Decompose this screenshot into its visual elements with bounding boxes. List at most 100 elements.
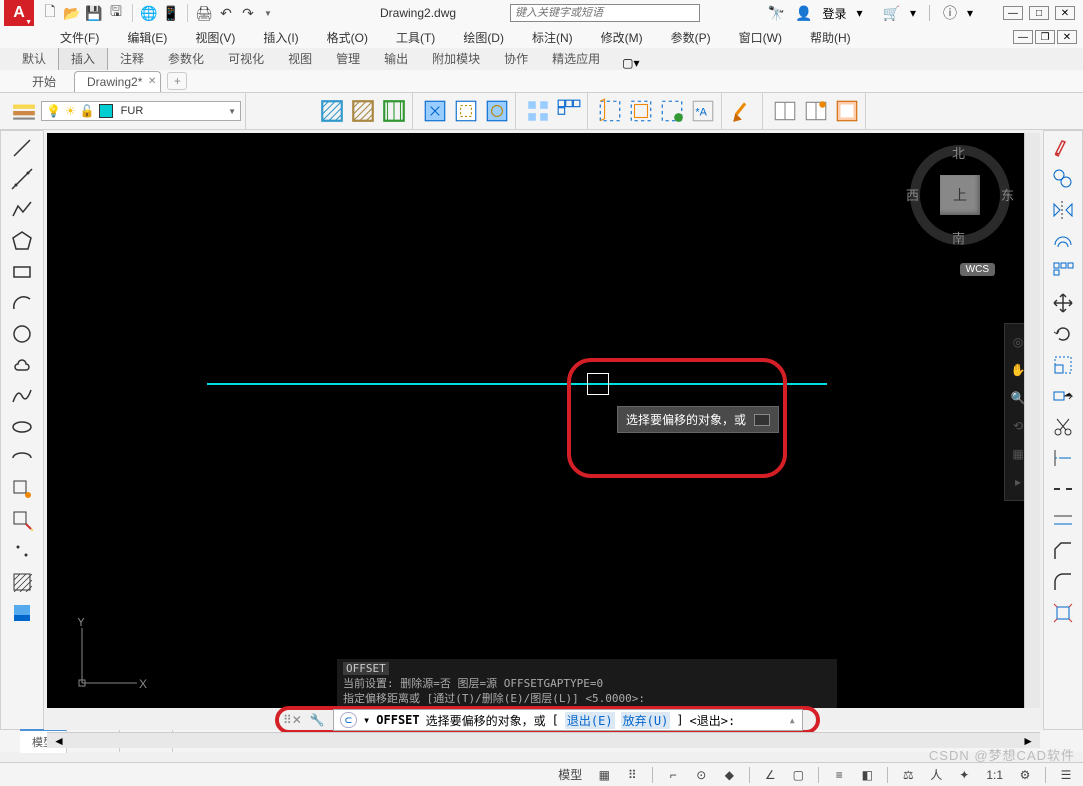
cmd-close-icon[interactable]: ⠿✕: [283, 713, 302, 727]
sb-annoauto-icon[interactable]: ✦: [953, 765, 975, 785]
construction-line-tool[interactable]: [6, 164, 38, 194]
qat-save-icon[interactable]: 💾: [86, 5, 102, 21]
viewcube-west[interactable]: 西: [906, 185, 919, 204]
circle-tool[interactable]: [6, 319, 38, 349]
polyline-tool[interactable]: [6, 195, 38, 225]
polygon-tool[interactable]: [6, 226, 38, 256]
qat-print-icon[interactable]: 🖨: [196, 5, 212, 21]
gradient-tool[interactable]: [6, 598, 38, 628]
tab-parametric[interactable]: 参数化: [156, 47, 216, 70]
book1-button[interactable]: [771, 97, 799, 125]
file-tab-start[interactable]: 开始: [20, 70, 74, 93]
sb-customize-icon[interactable]: ☰: [1055, 765, 1077, 785]
broom-button[interactable]: [730, 97, 758, 125]
file-tab-drawing2[interactable]: Drawing2*✕: [74, 71, 161, 92]
tab-annotate[interactable]: 注释: [108, 47, 156, 70]
menu-tools[interactable]: 工具(T): [382, 26, 449, 49]
ellipse-tool[interactable]: [6, 412, 38, 442]
stretch-tool[interactable]: [1047, 381, 1079, 411]
clip1-button[interactable]: [421, 97, 449, 125]
tab-visualize[interactable]: 可视化: [216, 47, 276, 70]
sb-isodraft-icon[interactable]: ◆: [718, 765, 740, 785]
login-link[interactable]: 登录: [822, 5, 846, 22]
menu-param[interactable]: 参数(P): [657, 26, 725, 49]
drawing-canvas[interactable]: 北 南 东 西 上 WCS ◎ ✋ 🔍 ⟲ ▦ ▸ 选择要偏移的对象，或: [47, 133, 1040, 708]
tab-default[interactable]: 默认: [10, 47, 58, 70]
sb-polar-icon[interactable]: ⊙: [690, 765, 712, 785]
login-dropdown[interactable]: ▾: [856, 6, 862, 20]
frame-button[interactable]: [596, 97, 624, 125]
frame2-button[interactable]: [627, 97, 655, 125]
line-tool[interactable]: [6, 133, 38, 163]
doc-restore-button[interactable]: ❐: [1035, 30, 1055, 44]
hatch1-button[interactable]: [318, 97, 346, 125]
hatch2-button[interactable]: [349, 97, 377, 125]
help-icon[interactable]: ⓘ: [943, 3, 957, 23]
menu-modify[interactable]: 修改(M): [587, 26, 657, 49]
qat-dropdown-icon[interactable]: ▼: [264, 9, 272, 18]
qat-open-icon[interactable]: 📂: [64, 5, 80, 21]
sb-model-label[interactable]: 模型: [553, 765, 587, 785]
grid-button[interactable]: [555, 97, 583, 125]
book2-button[interactable]: [802, 97, 830, 125]
menu-insert[interactable]: 插入(I): [249, 26, 312, 49]
frame4-button[interactable]: *A: [689, 97, 717, 125]
offset-tool[interactable]: [1047, 226, 1079, 256]
doc-close-button[interactable]: ✕: [1057, 30, 1077, 44]
command-line[interactable]: ⊂ ▾ OFFSET 选择要偏移的对象，或 [ 退出(E) 放弃(U) ] <退…: [333, 709, 803, 731]
cart-dropdown[interactable]: ▾: [910, 6, 916, 20]
file-tab-add-button[interactable]: +: [167, 72, 187, 90]
sb-annoscale-icon[interactable]: ⚖: [897, 765, 919, 785]
cmd-prefix-icon[interactable]: ⊂: [340, 712, 357, 728]
sb-scale-label[interactable]: 1:1: [981, 765, 1008, 785]
clip2-button[interactable]: [452, 97, 480, 125]
user-icon[interactable]: 👤: [795, 5, 812, 22]
help-dropdown[interactable]: ▾: [967, 6, 973, 20]
close-icon[interactable]: ✕: [148, 76, 156, 87]
scale-tool[interactable]: [1047, 350, 1079, 380]
maximize-button[interactable]: □: [1029, 6, 1049, 20]
qat-redo-icon[interactable]: ↷: [240, 5, 256, 21]
app-logo[interactable]: A: [4, 0, 34, 26]
ribbon-more-icon[interactable]: ▢▾: [622, 56, 639, 70]
spline-tool[interactable]: [6, 381, 38, 411]
vertical-scrollbar[interactable]: [1024, 133, 1040, 708]
extend-tool[interactable]: [1047, 443, 1079, 473]
point-tool[interactable]: [6, 536, 38, 566]
ellipse-arc-tool[interactable]: [6, 443, 38, 473]
viewcube[interactable]: 北 南 东 西 上: [910, 145, 1010, 245]
scroll-right-icon[interactable]: ►: [1016, 734, 1040, 748]
viewcube-north[interactable]: 北: [952, 143, 965, 162]
menu-dim[interactable]: 标注(N): [518, 26, 587, 49]
search-input[interactable]: [510, 4, 700, 22]
tab-addins[interactable]: 附加模块: [420, 47, 492, 70]
rotate-tool[interactable]: [1047, 319, 1079, 349]
layer-properties-button[interactable]: [10, 97, 38, 125]
sb-transparency-icon[interactable]: ◧: [856, 765, 878, 785]
tab-insert[interactable]: 插入: [58, 46, 108, 70]
sb-snap-icon[interactable]: ⠿: [621, 765, 643, 785]
layer-dropdown[interactable]: 💡 ☀ 🔓 FUR ▼: [41, 101, 241, 121]
clip3-button[interactable]: [483, 97, 511, 125]
cart-icon[interactable]: 🛒: [883, 5, 900, 22]
join-tool[interactable]: [1047, 505, 1079, 535]
qat-saveas-icon[interactable]: 🖫: [108, 5, 124, 21]
hatch3-button[interactable]: [380, 97, 408, 125]
sb-grid-icon[interactable]: ▦: [593, 765, 615, 785]
viewcube-east[interactable]: 东: [1001, 185, 1014, 204]
cmd-option-undo[interactable]: 放弃(U): [621, 712, 671, 729]
tab-view[interactable]: 视图: [276, 47, 324, 70]
explode-tool[interactable]: [1047, 598, 1079, 628]
erase-tool[interactable]: [1047, 133, 1079, 163]
close-button[interactable]: ✕: [1055, 6, 1075, 20]
rectangle-tool[interactable]: [6, 257, 38, 287]
menu-window[interactable]: 窗口(W): [725, 26, 796, 49]
cmd-wrench-icon[interactable]: 🔧: [310, 713, 325, 727]
qat-mobile-icon[interactable]: 📱: [163, 5, 179, 21]
cmd-option-exit[interactable]: 退出(E): [565, 712, 615, 729]
cmd-expand-icon[interactable]: ▴: [789, 713, 796, 727]
revcloud-tool[interactable]: [6, 350, 38, 380]
horizontal-scrollbar[interactable]: ◄ ►: [47, 732, 1040, 748]
menu-format[interactable]: 格式(O): [313, 26, 382, 49]
binoculars-icon[interactable]: 🔭: [768, 5, 785, 22]
